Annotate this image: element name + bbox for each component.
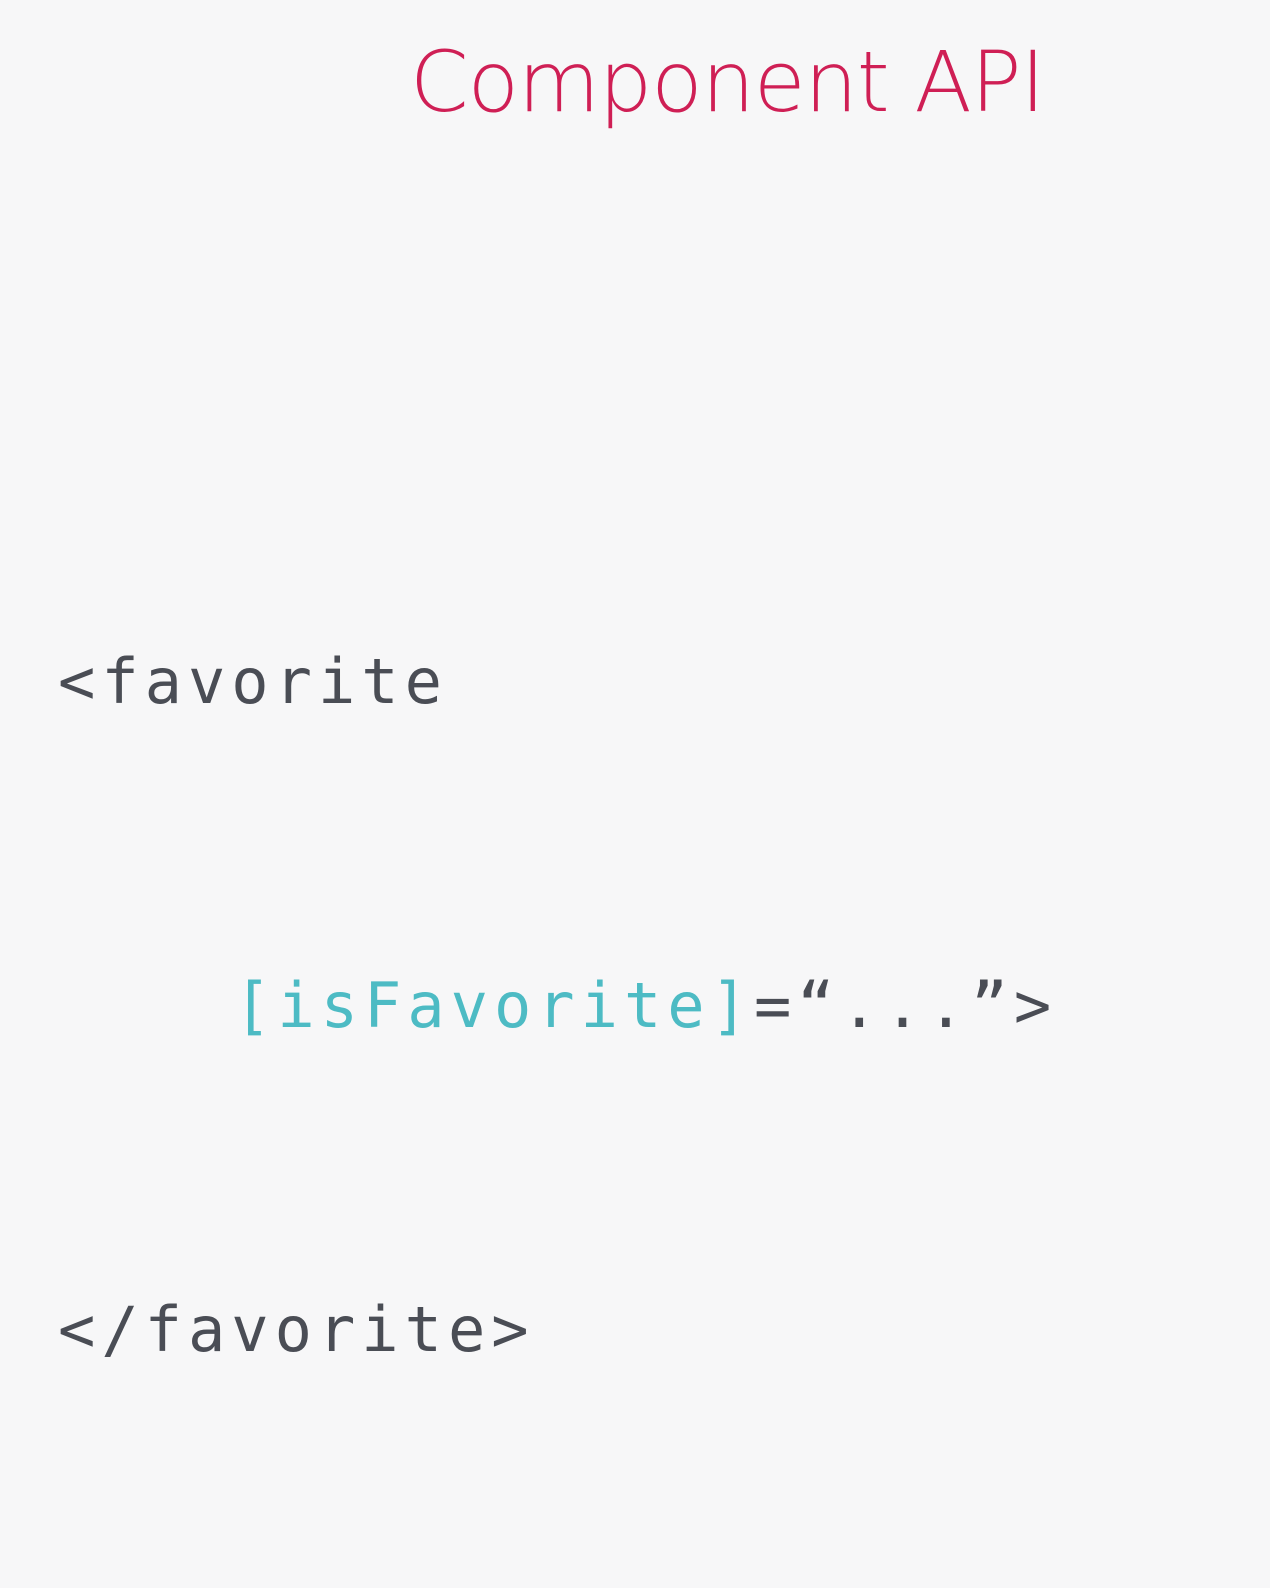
attribute-value: =“...”> — [753, 969, 1058, 1042]
slide-title: Component API — [410, 33, 1045, 131]
close-tag-text: </favorite> — [58, 1293, 535, 1366]
open-tag-text: <favorite — [58, 645, 448, 718]
code-line-attribute: [isFavorite]=“...”> — [58, 952, 1057, 1060]
attribute-binding: [isFavorite] — [234, 969, 754, 1042]
code-line-close-tag: </favorite> — [58, 1276, 1057, 1384]
code-line-open-tag: <favorite — [58, 628, 1057, 736]
code-snippet: <favorite [isFavorite]=“...”> </favorite… — [58, 412, 1057, 1588]
slide: Component API <favorite [isFavorite]=“..… — [0, 0, 1270, 1366]
